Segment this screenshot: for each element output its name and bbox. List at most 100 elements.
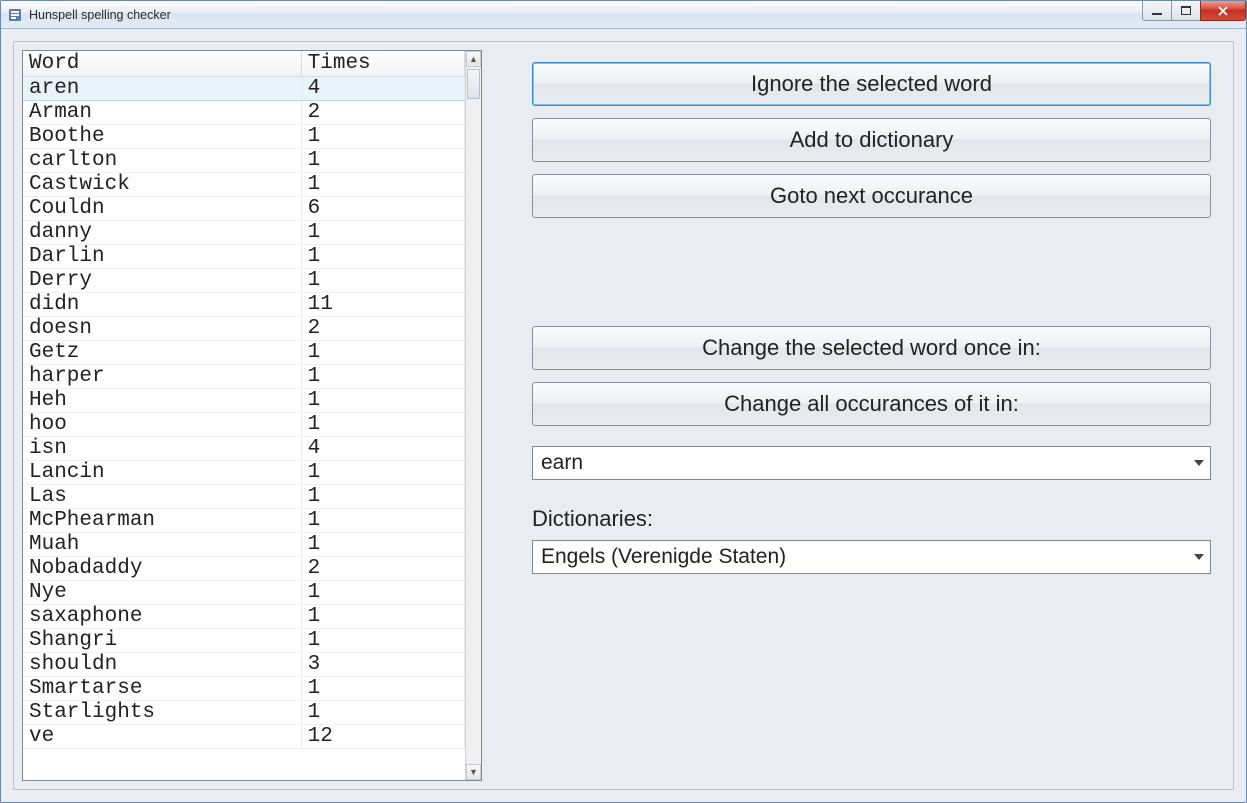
cell-times: 1 [301,533,464,557]
cell-times: 1 [301,221,464,245]
cell-word: didn [23,293,301,317]
cell-times: 2 [301,557,464,581]
table-row[interactable]: Lancin1 [23,461,465,485]
dictionary-value: Engels (Verenigde Staten) [541,545,786,569]
cell-word: Getz [23,341,301,365]
table-row[interactable]: aren4 [23,77,465,101]
cell-word: Castwick [23,173,301,197]
chevron-down-icon [1194,554,1204,560]
cell-word: isn [23,437,301,461]
ignore-button[interactable]: Ignore the selected word [532,62,1211,106]
cell-word: Muah [23,533,301,557]
col-header-word[interactable]: Word [23,51,301,77]
table-row[interactable]: danny1 [23,221,465,245]
titlebar[interactable]: Hunspell spelling checker [1,1,1246,29]
cell-times: 1 [301,173,464,197]
cell-times: 11 [301,293,464,317]
close-button[interactable] [1200,1,1246,21]
maximize-button[interactable] [1171,1,1201,21]
window-title: Hunspell spelling checker [29,8,171,22]
word-list[interactable]: Word Times aren4Arman2Boothe1carlton1Cas… [22,50,482,781]
actions-panel: Ignore the selected word Add to dictiona… [532,50,1221,781]
cell-word: saxaphone [23,605,301,629]
word-table[interactable]: Word Times aren4Arman2Boothe1carlton1Cas… [23,51,465,749]
table-row[interactable]: didn11 [23,293,465,317]
add-to-dictionary-button[interactable]: Add to dictionary [532,118,1211,162]
cell-word: shouldn [23,653,301,677]
app-icon [7,7,23,23]
cell-word: doesn [23,317,301,341]
client-area: Word Times aren4Arman2Boothe1carlton1Cas… [1,29,1246,802]
cell-word: Heh [23,389,301,413]
table-row[interactable]: Darlin1 [23,245,465,269]
col-header-times[interactable]: Times [301,51,464,77]
table-row[interactable]: isn4 [23,437,465,461]
table-row[interactable]: Muah1 [23,533,465,557]
table-row[interactable]: ve12 [23,725,465,749]
table-row[interactable]: Starlights1 [23,701,465,725]
table-row[interactable]: Getz1 [23,341,465,365]
cell-word: Arman [23,101,301,125]
change-all-button[interactable]: Change all occurances of it in: [532,382,1211,426]
table-row[interactable]: doesn2 [23,317,465,341]
chevron-down-icon [1194,460,1204,466]
scroll-thumb[interactable] [467,69,480,99]
table-row[interactable]: shouldn3 [23,653,465,677]
table-row[interactable]: Derry1 [23,269,465,293]
suggestion-combo[interactable]: earn [532,446,1211,480]
cell-times: 1 [301,581,464,605]
goto-next-button[interactable]: Goto next occurance [532,174,1211,218]
cell-times: 1 [301,341,464,365]
cell-times: 1 [301,605,464,629]
cell-word: carlton [23,149,301,173]
cell-word: Shangri [23,629,301,653]
scrollbar[interactable]: ▲ ▼ [465,51,481,780]
cell-word: ve [23,725,301,749]
table-row[interactable]: hoo1 [23,413,465,437]
dictionaries-label: Dictionaries: [532,506,1211,532]
cell-word: danny [23,221,301,245]
table-row[interactable]: McPhearman1 [23,509,465,533]
cell-times: 1 [301,701,464,725]
cell-times: 1 [301,245,464,269]
cell-times: 4 [301,77,464,101]
dictionary-combo[interactable]: Engels (Verenigde Staten) [532,540,1211,574]
cell-word: Lancin [23,461,301,485]
cell-times: 1 [301,149,464,173]
table-row[interactable]: saxaphone1 [23,605,465,629]
table-row[interactable]: Smartarse1 [23,677,465,701]
table-row[interactable]: Nobadaddy2 [23,557,465,581]
cell-times: 1 [301,509,464,533]
window-controls [1143,1,1246,21]
cell-word: Las [23,485,301,509]
cell-word: Couldn [23,197,301,221]
table-row[interactable]: carlton1 [23,149,465,173]
table-row[interactable]: Las1 [23,485,465,509]
table-row[interactable]: Castwick1 [23,173,465,197]
table-row[interactable]: Arman2 [23,101,465,125]
table-row[interactable]: Boothe1 [23,125,465,149]
cell-times: 2 [301,317,464,341]
cell-times: 6 [301,197,464,221]
scroll-up-button[interactable]: ▲ [466,51,481,67]
change-once-button[interactable]: Change the selected word once in: [532,326,1211,370]
cell-word: Nye [23,581,301,605]
cell-word: McPhearman [23,509,301,533]
table-row[interactable]: Shangri1 [23,629,465,653]
cell-word: hoo [23,413,301,437]
scroll-down-button[interactable]: ▼ [466,764,481,780]
cell-times: 1 [301,413,464,437]
cell-times: 1 [301,125,464,149]
cell-word: Derry [23,269,301,293]
table-row[interactable]: Couldn6 [23,197,465,221]
cell-times: 1 [301,629,464,653]
cell-times: 3 [301,653,464,677]
cell-word: harper [23,365,301,389]
table-row[interactable]: Heh1 [23,389,465,413]
table-row[interactable]: Nye1 [23,581,465,605]
cell-word: Boothe [23,125,301,149]
cell-word: aren [23,77,301,101]
minimize-button[interactable] [1142,1,1172,21]
suggestion-value: earn [541,451,583,475]
table-row[interactable]: harper1 [23,365,465,389]
